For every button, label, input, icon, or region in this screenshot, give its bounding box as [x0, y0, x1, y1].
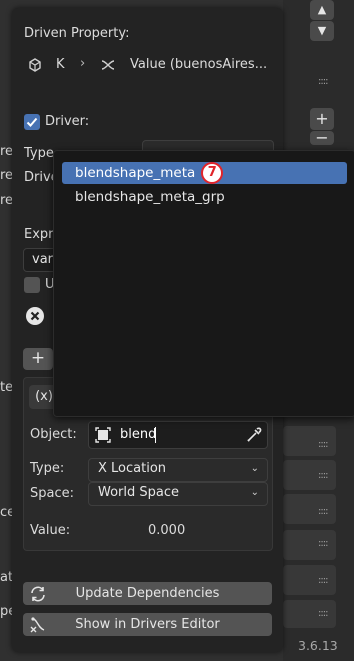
- space-label: Space:: [30, 486, 74, 501]
- drag-handle-icon[interactable]: ::::: [318, 539, 334, 549]
- dropdown-item-label: blendshape_meta: [75, 165, 196, 181]
- use-self-checkbox[interactable]: [24, 277, 40, 293]
- space-value: World Space: [98, 485, 180, 500]
- text-cursor: [155, 427, 156, 443]
- object-label: Object:: [30, 427, 77, 442]
- drag-handle-icon[interactable]: ::::: [318, 609, 334, 619]
- dropdown-item-label: blendshape_meta_grp: [75, 189, 225, 205]
- object-value: blend: [120, 427, 157, 442]
- drag-handle-icon[interactable]: ::::: [318, 440, 334, 450]
- update-dependencies-label: Update Dependencies: [75, 586, 220, 601]
- path-property-name: Value (buenosAires...: [130, 57, 268, 72]
- object-data-icon: [27, 57, 43, 73]
- type-label: Type: [24, 146, 54, 161]
- expression-value: var: [32, 252, 54, 267]
- move-up-button[interactable]: ▲: [310, 0, 334, 20]
- add-button[interactable]: +: [310, 108, 334, 130]
- drivers-editor-icon: [29, 616, 47, 634]
- transform-type-label: Type:: [30, 461, 65, 476]
- drag-handle-icon[interactable]: ::::: [318, 471, 334, 481]
- object-icon: [95, 427, 111, 443]
- driver-label: Driver:: [45, 114, 90, 129]
- transform-type-value: X Location: [98, 461, 167, 476]
- object-field[interactable]: blend: [88, 421, 268, 449]
- path-separator-icon: ›: [80, 56, 86, 71]
- show-in-drivers-editor-label: Show in Drivers Editor: [75, 617, 220, 632]
- driver-checkbox[interactable]: [24, 114, 40, 130]
- drag-handle-icon[interactable]: ::::: [318, 576, 334, 586]
- transform-type-dropdown[interactable]: X Location ⌄: [88, 458, 268, 482]
- show-in-drivers-editor-button[interactable]: Show in Drivers Editor: [23, 613, 272, 636]
- remove-button[interactable]: −: [310, 130, 334, 146]
- driven-property-title: Driven Property:: [24, 26, 130, 41]
- shape-key-icon: [100, 57, 116, 73]
- value-label: Value:: [30, 523, 71, 538]
- value-readout: 0.000: [148, 523, 186, 538]
- add-variable-button[interactable]: +: [23, 348, 53, 370]
- expression-label: Expr: [24, 227, 54, 242]
- update-dependencies-button[interactable]: Update Dependencies: [23, 582, 272, 605]
- variable-type-icon: (x): [35, 389, 53, 404]
- path-object-name: K: [56, 57, 65, 72]
- dropdown-item-blendshape-meta-grp[interactable]: blendshape_meta_grp: [62, 186, 347, 208]
- move-down-button[interactable]: ▼: [310, 21, 334, 41]
- refresh-icon: [29, 585, 47, 603]
- space-dropdown[interactable]: World Space ⌄: [88, 482, 268, 506]
- chevron-down-icon: ⌄: [250, 463, 259, 474]
- drag-handle-icon[interactable]: ::::: [318, 77, 334, 87]
- eyedropper-icon[interactable]: [246, 427, 262, 443]
- dropdown-item-blendshape-meta[interactable]: blendshape_meta 7: [62, 162, 347, 184]
- chevron-down-icon: ⌄: [250, 487, 259, 498]
- version-label: 3.6.13: [298, 638, 338, 653]
- step-badge: 7: [201, 162, 224, 184]
- drag-handle-icon[interactable]: ::::: [318, 507, 334, 517]
- object-search-dropdown: blendshape_meta 7 blendshape_meta_grp: [53, 150, 354, 417]
- error-icon: [26, 307, 44, 325]
